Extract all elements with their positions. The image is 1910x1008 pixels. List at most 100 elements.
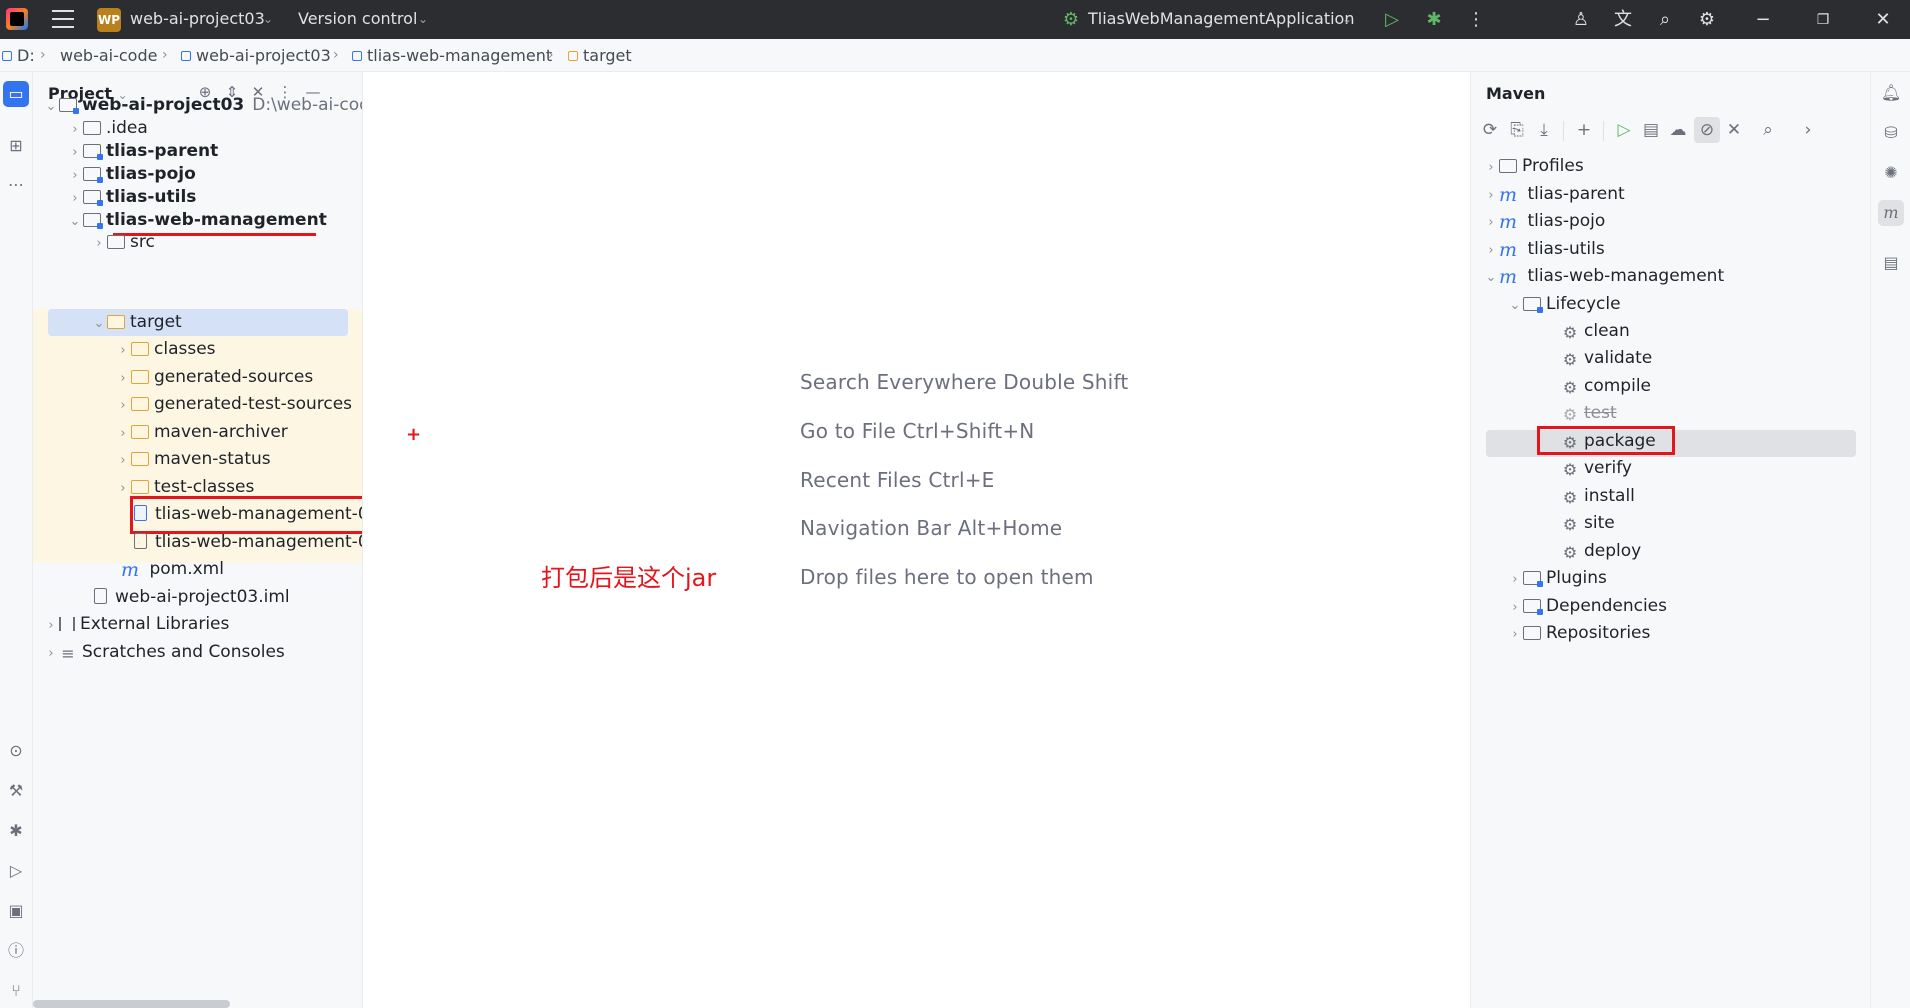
maven-item-profiles[interactable]: › Profiles — [1483, 153, 1583, 181]
chevron-right-icon[interactable]: › — [1507, 621, 1523, 648]
breadcrumb-item-web-ai-code[interactable]: web-ai-code — [60, 46, 157, 65]
breadcrumb-item-target[interactable]: target — [568, 46, 632, 65]
problems-tool-icon[interactable]: ⓘ — [3, 938, 29, 964]
breadcrumb-item-drive[interactable]: D: — [2, 46, 35, 65]
run-maven-icon[interactable]: ▷ — [1611, 117, 1637, 143]
chevron-right-icon[interactable]: › — [115, 475, 131, 502]
bookmarks-icon[interactable]: ▤ — [1878, 250, 1904, 276]
skip-tests-icon[interactable]: ⊘ — [1694, 117, 1720, 143]
intellij-logo-icon[interactable] — [6, 8, 28, 30]
debug-icon[interactable]: ✱ — [1421, 7, 1447, 33]
maven-phase[interactable]: ⚙ verify — [1561, 455, 1632, 482]
tree-item-src[interactable]: › src — [91, 229, 154, 257]
chevron-right-icon[interactable]: › — [43, 612, 59, 639]
maven-phase[interactable]: ⚙ clean — [1561, 318, 1630, 345]
tree-item-iml[interactable]: web-ai-project03.iml — [91, 584, 290, 611]
maven-item-module[interactable]: › m tlias-utils — [1483, 236, 1604, 264]
chevron-right-icon[interactable]: › — [1795, 117, 1821, 143]
build-tool-icon[interactable]: ⚒ — [3, 778, 29, 804]
tree-item-generated-test-sources[interactable]: › generated-test-sources — [115, 391, 352, 418]
chevron-right-icon[interactable]: › — [1483, 154, 1499, 181]
chevron-right-icon[interactable]: › — [1483, 237, 1499, 264]
maven-phase[interactable]: ⚙ deploy — [1561, 538, 1641, 565]
chevron-down-icon[interactable]: ⌄ — [418, 12, 428, 26]
tree-item-pom[interactable]: m pom.xml — [121, 556, 224, 583]
maven-item-plugins[interactable]: › Plugins — [1507, 565, 1607, 592]
chevron-down-icon[interactable]: ⌄ — [1507, 292, 1523, 319]
tree-item-maven-status[interactable]: › maven-status — [115, 446, 270, 474]
run-config-dropdown[interactable]: TliasWebManagementApplication — [1088, 9, 1354, 28]
run-tool-icon[interactable]: ▷ — [3, 858, 29, 884]
chevron-right-icon[interactable]: › — [115, 337, 131, 364]
chevron-right-icon[interactable]: › — [91, 230, 107, 257]
tree-item-scratches[interactable]: › ≡ Scratches and Consoles — [43, 639, 284, 667]
search-icon[interactable]: ⌕ — [1652, 7, 1678, 33]
project-name-dropdown[interactable]: web-ai-project03 — [130, 9, 265, 28]
maven-item-module[interactable]: › m tlias-pojo — [1483, 208, 1605, 235]
offline-mode-icon[interactable]: ☁ — [1665, 117, 1691, 143]
add-icon[interactable]: + — [1571, 117, 1597, 143]
tree-item-external-libraries[interactable]: › External Libraries — [43, 611, 229, 638]
main-menu-icon[interactable] — [52, 10, 74, 28]
project-tool-icon[interactable]: ▭ — [3, 81, 29, 107]
chevron-right-icon[interactable]: › — [1483, 182, 1499, 209]
translate-icon[interactable]: 文 — [1610, 7, 1636, 33]
terminal-tool-icon[interactable]: ▣ — [3, 898, 29, 924]
analyze-icon[interactable]: ⌕ — [1755, 117, 1781, 143]
chevron-right-icon[interactable]: › — [115, 447, 131, 474]
chevron-right-icon[interactable]: › — [1483, 209, 1499, 236]
maven-item-repositories[interactable]: › Repositories — [1507, 620, 1650, 647]
maven-item-module[interactable]: › m tlias-parent — [1483, 181, 1624, 209]
maven-phase-skipped[interactable]: ⚙ test — [1561, 400, 1617, 427]
tree-item-target[interactable]: ⌄ target — [91, 309, 182, 336]
vcs-dropdown[interactable]: Version control — [298, 9, 417, 28]
tree-item-jar-original[interactable]: tlias-web-management-0 — [131, 529, 362, 556]
chevron-right-icon[interactable]: › — [1507, 566, 1523, 593]
maven-item-lifecycle[interactable]: ⌄ Lifecycle — [1507, 291, 1621, 318]
chevron-right-icon[interactable]: › — [43, 640, 59, 667]
maven-phase[interactable]: ⚙ install — [1561, 483, 1635, 510]
chevron-right-icon[interactable]: › — [115, 365, 131, 392]
add-user-icon[interactable]: ♙ — [1568, 7, 1594, 33]
chevron-down-icon[interactable]: ⌄ — [1342, 12, 1352, 26]
maven-tool-icon[interactable]: m — [1878, 200, 1904, 226]
maven-item-module[interactable]: ⌄ m tlias-web-management — [1483, 263, 1725, 291]
chevron-down-icon[interactable]: ⌄ — [43, 93, 59, 120]
execute-goal-icon[interactable]: ▤ — [1638, 117, 1664, 143]
tree-item-maven-archiver[interactable]: › maven-archiver — [115, 419, 287, 447]
project-badge[interactable]: WP — [97, 8, 121, 32]
tree-item-classes[interactable]: › classes — [115, 336, 215, 364]
tree-item-generated-sources[interactable]: › generated-sources — [115, 364, 313, 391]
git-tool-icon[interactable]: ⑂ — [3, 978, 29, 1004]
chevron-right-icon[interactable]: › — [115, 420, 131, 447]
chevron-down-icon[interactable]: ⌄ — [67, 208, 83, 235]
generate-sources-icon[interactable]: ⎘ — [1504, 117, 1530, 143]
maven-phase[interactable]: ⚙ site — [1561, 510, 1615, 537]
chevron-down-icon[interactable]: ⌄ — [1483, 264, 1499, 291]
run-icon[interactable]: ▷ — [1379, 7, 1405, 33]
chevron-down-icon[interactable]: ⌄ — [263, 12, 273, 26]
download-icon[interactable]: ⤓ — [1531, 117, 1557, 143]
restore-icon[interactable]: ❐ — [1810, 7, 1836, 33]
chevron-right-icon[interactable]: › — [1507, 594, 1523, 621]
breadcrumb-item-module[interactable]: tlias-web-management — [352, 46, 552, 65]
database-icon[interactable]: ⛁ — [1878, 120, 1904, 146]
collapse-icon[interactable]: ✕ — [1721, 117, 1747, 143]
close-icon[interactable]: ✕ — [1870, 7, 1896, 33]
editor-empty-area[interactable]: + Search Everywhere Double Shift Go to F… — [363, 72, 1470, 1008]
horizontal-scrollbar[interactable] — [33, 1000, 230, 1008]
minimize-icon[interactable]: − — [1750, 7, 1776, 33]
reload-icon[interactable]: ⟳ — [1477, 117, 1503, 143]
services-tool-icon[interactable]: ⊙ — [3, 738, 29, 764]
more-tools-icon[interactable]: ⋯ — [3, 172, 29, 198]
maven-phase[interactable]: ⚙ compile — [1561, 373, 1651, 400]
chevron-right-icon[interactable]: › — [115, 392, 131, 419]
debug-tool-icon[interactable]: ✱ — [3, 818, 29, 844]
maven-item-dependencies[interactable]: › Dependencies — [1507, 593, 1667, 620]
ai-assistant-icon[interactable]: ✺ — [1878, 160, 1904, 186]
breadcrumb-item-project[interactable]: web-ai-project03 — [181, 46, 331, 65]
more-actions-icon[interactable]: ⋮ — [1463, 7, 1489, 33]
structure-tool-icon[interactable]: ⊞ — [3, 133, 29, 159]
maven-phase[interactable]: ⚙ validate — [1561, 345, 1652, 372]
settings-icon[interactable]: ⚙ — [1694, 7, 1720, 33]
